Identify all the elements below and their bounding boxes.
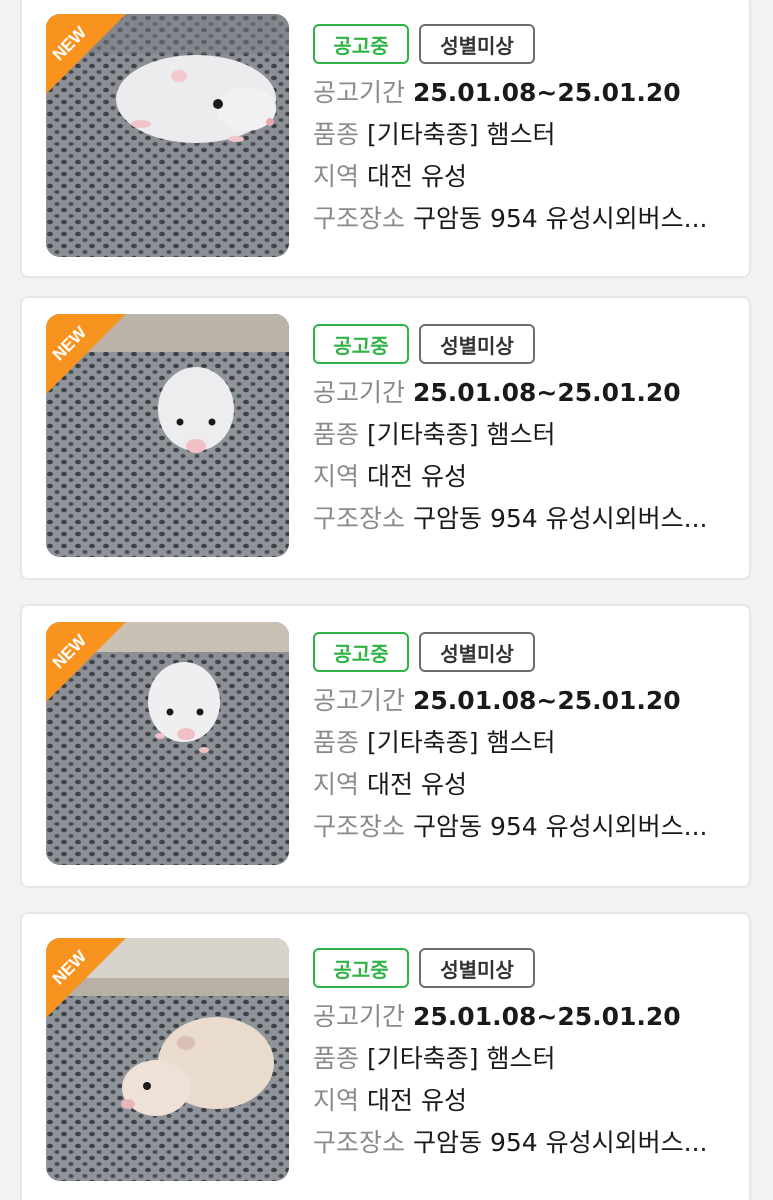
place-label: 구조장소 [313, 812, 406, 841]
region-value: 대전 유성 [367, 770, 467, 799]
gender-badge: 성별미상 [419, 324, 535, 364]
period-value: 25.01.08~25.01.20 [413, 1002, 681, 1031]
region-row: 지역 대전 유성 [313, 764, 733, 806]
region-label: 지역 [313, 462, 360, 491]
region-row: 지역 대전 유성 [313, 156, 733, 198]
period-row: 공고기간 25.01.08~25.01.20 [313, 996, 733, 1038]
listing-card[interactable]: NEW 공고중 성별미상 공고기간 25.01.08~25.01.20 품종 [기타… [20, 0, 751, 278]
hamster-photo[interactable]: NEW [46, 14, 289, 257]
gender-badge: 성별미상 [419, 24, 535, 64]
breed-label: 품종 [313, 728, 360, 757]
period-value: 25.01.08~25.01.20 [413, 686, 681, 715]
breed-value: [기타축종] 햄스터 [367, 420, 556, 449]
new-ribbon-icon [46, 14, 126, 94]
place-value: 구암동 954 유성시외버스... [413, 1128, 708, 1157]
region-label: 지역 [313, 162, 360, 191]
place-value: 구암동 954 유성시외버스... [413, 812, 708, 841]
period-label: 공고기간 [313, 378, 406, 407]
breed-row: 품종 [기타축종] 햄스터 [313, 722, 733, 764]
breed-row: 품종 [기타축종] 햄스터 [313, 414, 733, 456]
breed-value: [기타축종] 햄스터 [367, 120, 556, 149]
animal-listing-list: NEW 공고중 성별미상 공고기간 25.01.08~25.01.20 품종 [기타… [0, 0, 773, 1200]
gender-badge: 성별미상 [419, 632, 535, 672]
period-label: 공고기간 [313, 686, 406, 715]
hamster-photo[interactable]: NEW [46, 938, 289, 1181]
breed-value: [기타축종] 햄스터 [367, 1044, 556, 1073]
place-value: 구암동 954 유성시외버스... [413, 504, 708, 533]
period-row: 공고기간 25.01.08~25.01.20 [313, 372, 733, 414]
listing-card[interactable]: NEW 공고중 성별미상 공고기간 25.01.08~25.01.20 품종 [기타… [20, 296, 751, 580]
new-ribbon-icon [46, 622, 126, 702]
region-value: 대전 유성 [367, 1086, 467, 1115]
region-row: 지역 대전 유성 [313, 1080, 733, 1122]
listing-card[interactable]: NEW 공고중 성별미상 공고기간 25.01.08~25.01.20 품종 [기타… [20, 912, 751, 1200]
place-row: 구조장소 구암동 954 유성시외버스... [313, 1122, 733, 1164]
place-row: 구조장소 구암동 954 유성시외버스... [313, 806, 733, 848]
breed-label: 품종 [313, 420, 360, 449]
listing-info: 공고중 성별미상 공고기간 25.01.08~25.01.20 품종 [기타축종] … [313, 948, 733, 1164]
region-value: 대전 유성 [367, 162, 467, 191]
period-label: 공고기간 [313, 78, 406, 107]
listing-card[interactable]: NEW 공고중 성별미상 공고기간 25.01.08~25.01.20 품종 [기타… [20, 604, 751, 888]
hamster-photo[interactable]: NEW [46, 314, 289, 557]
hamster-photo[interactable]: NEW [46, 622, 289, 865]
status-badge: 공고중 [313, 324, 409, 364]
place-label: 구조장소 [313, 1128, 406, 1157]
breed-row: 품종 [기타축종] 햄스터 [313, 1038, 733, 1080]
region-value: 대전 유성 [367, 462, 467, 491]
period-row: 공고기간 25.01.08~25.01.20 [313, 680, 733, 722]
period-value: 25.01.08~25.01.20 [413, 378, 681, 407]
breed-row: 품종 [기타축종] 햄스터 [313, 114, 733, 156]
listing-info: 공고중 성별미상 공고기간 25.01.08~25.01.20 품종 [기타축종] … [313, 324, 733, 540]
region-row: 지역 대전 유성 [313, 456, 733, 498]
place-label: 구조장소 [313, 204, 406, 233]
status-badge: 공고중 [313, 24, 409, 64]
breed-label: 품종 [313, 1044, 360, 1073]
region-label: 지역 [313, 770, 360, 799]
breed-value: [기타축종] 햄스터 [367, 728, 556, 757]
period-label: 공고기간 [313, 1002, 406, 1031]
region-label: 지역 [313, 1086, 360, 1115]
status-badge: 공고중 [313, 632, 409, 672]
place-value: 구암동 954 유성시외버스... [413, 204, 708, 233]
place-row: 구조장소 구암동 954 유성시외버스... [313, 498, 733, 540]
period-row: 공고기간 25.01.08~25.01.20 [313, 72, 733, 114]
new-ribbon-icon [46, 314, 126, 394]
breed-label: 품종 [313, 120, 360, 149]
listing-info: 공고중 성별미상 공고기간 25.01.08~25.01.20 품종 [기타축종] … [313, 632, 733, 848]
listing-info: 공고중 성별미상 공고기간 25.01.08~25.01.20 품종 [기타축종] … [313, 24, 733, 240]
place-label: 구조장소 [313, 504, 406, 533]
new-ribbon-icon [46, 938, 126, 1018]
gender-badge: 성별미상 [419, 948, 535, 988]
period-value: 25.01.08~25.01.20 [413, 78, 681, 107]
place-row: 구조장소 구암동 954 유성시외버스... [313, 198, 733, 240]
status-badge: 공고중 [313, 948, 409, 988]
